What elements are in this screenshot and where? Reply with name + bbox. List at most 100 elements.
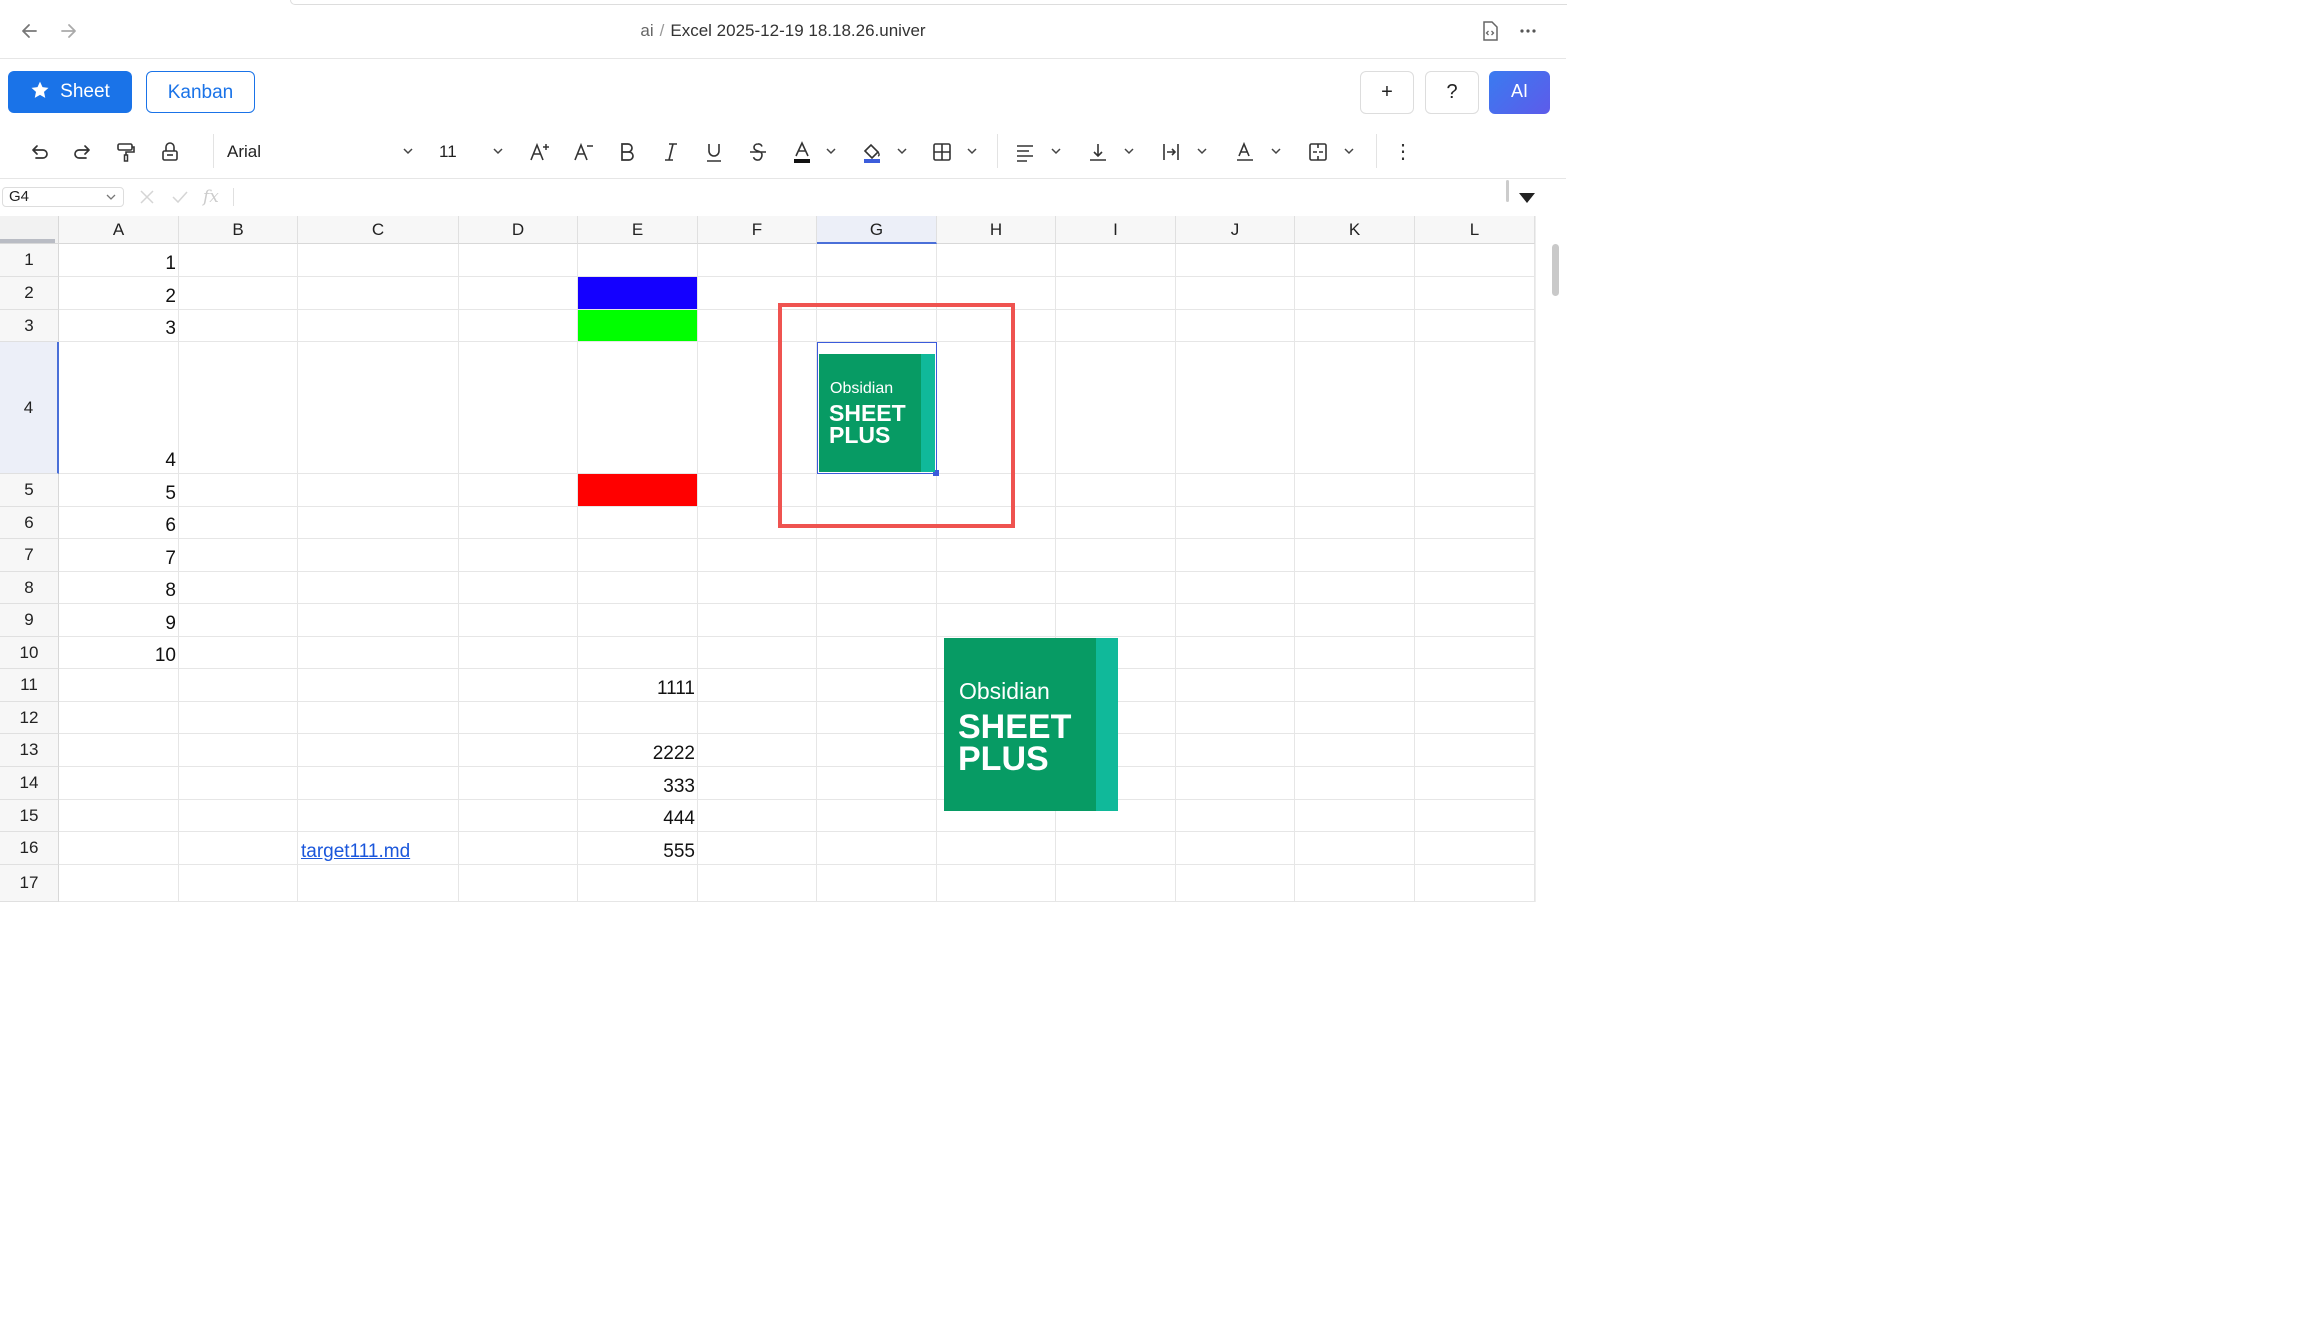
chevron-down-icon[interactable] [824, 141, 838, 161]
column-header-k[interactable]: K [1295, 216, 1415, 244]
cell-a8[interactable]: 8 [59, 572, 179, 602]
column-header-i[interactable]: I [1056, 216, 1176, 244]
cell-a6[interactable]: 6 [59, 507, 179, 537]
formula-bar-resize-handle[interactable] [1506, 180, 1509, 202]
grid-column-line [297, 244, 298, 902]
text-color-icon[interactable] [789, 138, 815, 166]
cell-a3[interactable]: 3 [59, 310, 179, 340]
sheet-plus-logo-large[interactable]: Obsidian SHEET PLUS [944, 638, 1118, 811]
breadcrumb-parent[interactable]: ai [640, 21, 653, 40]
row-header-11[interactable]: 11 [0, 669, 59, 702]
row-header-3[interactable]: 3 [0, 310, 59, 342]
undo-icon[interactable] [26, 138, 52, 166]
row-header-17[interactable]: 17 [0, 865, 59, 902]
horizontal-align-icon[interactable] [1012, 138, 1038, 166]
chevron-down-icon[interactable] [491, 141, 505, 161]
redo-icon[interactable] [70, 138, 96, 166]
cell-a7[interactable]: 7 [59, 539, 179, 570]
increase-font-icon[interactable] [527, 138, 553, 166]
cell-a2[interactable]: 2 [59, 277, 179, 308]
cell-e16[interactable]: 555 [578, 832, 698, 863]
column-header-b[interactable]: B [179, 216, 298, 244]
cell-fill-e2[interactable] [578, 277, 697, 309]
more-horizontal-icon[interactable] [1517, 20, 1539, 42]
add-button[interactable]: + [1360, 71, 1414, 114]
row-header-7[interactable]: 7 [0, 539, 59, 572]
cell-fill-e3[interactable] [578, 310, 697, 341]
cancel-icon[interactable] [138, 186, 156, 213]
select-all-corner[interactable] [0, 216, 59, 244]
chevron-down-icon[interactable] [965, 141, 979, 161]
cell-a10[interactable]: 10 [59, 637, 179, 667]
column-header-a[interactable]: A [59, 216, 179, 244]
font-size-select[interactable]: 11 [439, 138, 457, 166]
underline-icon[interactable] [701, 138, 727, 166]
row-header-10[interactable]: 10 [0, 637, 59, 669]
row-header-13[interactable]: 13 [0, 734, 59, 767]
expand-formula-icon[interactable] [1518, 191, 1536, 209]
chevron-down-icon[interactable] [1342, 141, 1356, 161]
cell-a1[interactable]: 1 [59, 244, 179, 275]
text-rotate-icon[interactable] [1232, 138, 1258, 166]
chevron-down-icon[interactable] [1122, 141, 1136, 161]
bold-icon[interactable] [614, 138, 640, 166]
strikethrough-icon[interactable] [745, 138, 771, 166]
column-header-l[interactable]: L [1415, 216, 1535, 244]
decrease-font-icon[interactable] [571, 138, 597, 166]
cell-a4[interactable]: 4 [59, 342, 179, 472]
paint-format-icon[interactable] [113, 138, 139, 166]
cell-e14[interactable]: 333 [578, 767, 698, 798]
row-header-6[interactable]: 6 [0, 507, 59, 539]
row-header-15[interactable]: 15 [0, 800, 59, 832]
fill-color-icon[interactable] [859, 138, 885, 166]
row-header-2[interactable]: 2 [0, 277, 59, 310]
spreadsheet-grid[interactable]: ABCDEFGHIJKL 1 2 3 4 5 6 7 8 9 10 11 12 13 14 15 16 17 1… [0, 216, 1535, 902]
cell-e11[interactable]: 1111 [578, 669, 698, 700]
merge-cells-icon[interactable] [1305, 138, 1331, 166]
chevron-down-icon[interactable] [1049, 141, 1063, 161]
kanban-mode-button[interactable]: Kanban [146, 71, 255, 113]
help-button[interactable]: ? [1425, 71, 1479, 114]
code-file-icon[interactable] [1479, 20, 1501, 42]
column-header-e[interactable]: E [578, 216, 698, 244]
row-header-8[interactable]: 8 [0, 572, 59, 604]
chevron-down-icon[interactable] [401, 141, 415, 161]
sheet-mode-button[interactable]: Sheet [8, 71, 132, 113]
cell-fill-e5[interactable] [578, 474, 697, 506]
vertical-scrollbar-track[interactable] [1535, 216, 1567, 902]
cell-e15[interactable]: 444 [578, 800, 698, 830]
row-header-1[interactable]: 1 [0, 244, 59, 277]
cell-a5[interactable]: 5 [59, 474, 179, 505]
ai-button[interactable]: AI [1489, 71, 1550, 114]
column-header-g[interactable]: G [817, 216, 937, 244]
row-header-9[interactable]: 9 [0, 604, 59, 637]
chevron-down-icon[interactable] [1269, 141, 1283, 161]
cell-link-c16[interactable]: target111.md [298, 832, 459, 863]
borders-icon[interactable] [929, 138, 955, 166]
column-header-j[interactable]: J [1176, 216, 1295, 244]
row-header-16[interactable]: 16 [0, 832, 59, 865]
cell-a9[interactable]: 9 [59, 604, 179, 635]
clear-format-icon[interactable] [157, 138, 183, 166]
formula-input[interactable] [243, 188, 1493, 208]
name-box[interactable]: G4 [2, 187, 124, 207]
column-header-c[interactable]: C [298, 216, 459, 244]
text-wrap-icon[interactable] [1158, 138, 1184, 166]
row-header-12[interactable]: 12 [0, 702, 59, 734]
cell-e13[interactable]: 2222 [578, 734, 698, 765]
font-family-select[interactable]: Arial [227, 138, 261, 166]
row-header-4[interactable]: 4 [0, 342, 59, 474]
chevron-down-icon[interactable] [895, 141, 909, 161]
confirm-icon[interactable] [171, 186, 189, 213]
italic-icon[interactable] [658, 138, 684, 166]
vertical-scrollbar-thumb[interactable] [1552, 244, 1559, 296]
chevron-down-icon[interactable] [1195, 141, 1209, 161]
row-header-5[interactable]: 5 [0, 474, 59, 507]
column-header-d[interactable]: D [459, 216, 578, 244]
row-header-14[interactable]: 14 [0, 767, 59, 800]
function-icon[interactable]: fx [203, 186, 219, 208]
column-header-h[interactable]: H [937, 216, 1056, 244]
vertical-align-icon[interactable] [1085, 138, 1111, 166]
toolbar-more-button[interactable]: ⋮ [1391, 138, 1415, 166]
column-header-f[interactable]: F [698, 216, 817, 244]
